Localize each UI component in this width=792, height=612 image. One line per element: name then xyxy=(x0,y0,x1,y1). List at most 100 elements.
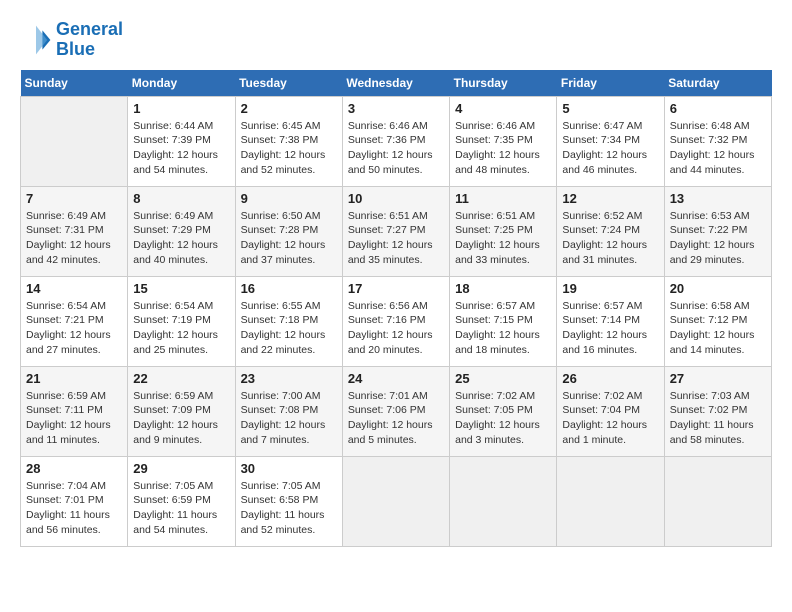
day-cell: 1 Sunrise: 6:44 AMSunset: 7:39 PMDaylight… xyxy=(128,96,235,186)
day-info: Sunrise: 6:46 AMSunset: 7:36 PMDaylight:… xyxy=(348,119,444,178)
day-number: 19 xyxy=(562,281,658,296)
day-number: 1 xyxy=(133,101,229,116)
day-number: 20 xyxy=(670,281,766,296)
day-cell: 7 Sunrise: 6:49 AMSunset: 7:31 PMDaylight… xyxy=(21,186,128,276)
day-info: Sunrise: 6:57 AMSunset: 7:15 PMDaylight:… xyxy=(455,299,551,358)
day-cell: 9 Sunrise: 6:50 AMSunset: 7:28 PMDaylight… xyxy=(235,186,342,276)
day-number: 25 xyxy=(455,371,551,386)
day-number: 27 xyxy=(670,371,766,386)
logo-text: General Blue xyxy=(56,20,123,60)
day-cell: 4 Sunrise: 6:46 AMSunset: 7:35 PMDaylight… xyxy=(450,96,557,186)
day-info: Sunrise: 7:01 AMSunset: 7:06 PMDaylight:… xyxy=(348,389,444,448)
day-cell: 29Sunrise: 7:05 AMSunset: 6:59 PMDayligh… xyxy=(128,456,235,546)
week-row-3: 14 Sunrise: 6:54 AMSunset: 7:21 PMDayligh… xyxy=(21,276,772,366)
day-info: Sunrise: 6:53 AMSunset: 7:22 PMDaylight:… xyxy=(670,209,766,268)
logo-icon xyxy=(20,24,52,56)
day-info: Sunrise: 7:00 AMSunset: 7:08 PMDaylight:… xyxy=(241,389,337,448)
day-number: 4 xyxy=(455,101,551,116)
day-cell: 12 Sunrise: 6:52 AMSunset: 7:24 PMDayligh… xyxy=(557,186,664,276)
day-info: Sunrise: 6:55 AMSunset: 7:18 PMDaylight:… xyxy=(241,299,337,358)
day-number: 9 xyxy=(241,191,337,206)
day-number: 12 xyxy=(562,191,658,206)
day-number: 8 xyxy=(133,191,229,206)
day-cell: 3 Sunrise: 6:46 AMSunset: 7:36 PMDaylight… xyxy=(342,96,449,186)
day-cell: 16Sunrise: 6:55 AMSunset: 7:18 PMDayligh… xyxy=(235,276,342,366)
day-info: Sunrise: 6:48 AMSunset: 7:32 PMDaylight:… xyxy=(670,119,766,178)
day-info: Sunrise: 6:58 AMSunset: 7:12 PMDaylight:… xyxy=(670,299,766,358)
day-info: Sunrise: 6:51 AMSunset: 7:25 PMDaylight:… xyxy=(455,209,551,268)
day-info: Sunrise: 6:59 AMSunset: 7:11 PMDaylight:… xyxy=(26,389,122,448)
day-cell: 26 Sunrise: 7:02 AMSunset: 7:04 PMDayligh… xyxy=(557,366,664,456)
day-cell: 30 Sunrise: 7:05 AMSunset: 6:58 PMDayligh… xyxy=(235,456,342,546)
day-info: Sunrise: 6:51 AMSunset: 7:27 PMDaylight:… xyxy=(348,209,444,268)
day-cell: 2 Sunrise: 6:45 AMSunset: 7:38 PMDaylight… xyxy=(235,96,342,186)
day-info: Sunrise: 6:45 AMSunset: 7:38 PMDaylight:… xyxy=(241,119,337,178)
day-header-thursday: Thursday xyxy=(450,70,557,97)
day-cell: 6 Sunrise: 6:48 AMSunset: 7:32 PMDaylight… xyxy=(664,96,771,186)
week-row-5: 28 Sunrise: 7:04 AMSunset: 7:01 PMDayligh… xyxy=(21,456,772,546)
day-number: 22 xyxy=(133,371,229,386)
day-header-saturday: Saturday xyxy=(664,70,771,97)
day-cell: 25 Sunrise: 7:02 AMSunset: 7:05 PMDayligh… xyxy=(450,366,557,456)
day-cell: 20 Sunrise: 6:58 AMSunset: 7:12 PMDayligh… xyxy=(664,276,771,366)
day-info: Sunrise: 6:44 AMSunset: 7:39 PMDaylight:… xyxy=(133,119,229,178)
day-number: 21 xyxy=(26,371,122,386)
day-header-sunday: Sunday xyxy=(21,70,128,97)
day-info: Sunrise: 6:57 AMSunset: 7:14 PMDaylight:… xyxy=(562,299,658,358)
week-row-1: 1 Sunrise: 6:44 AMSunset: 7:39 PMDaylight… xyxy=(21,96,772,186)
calendar-header-row: SundayMondayTuesdayWednesdayThursdayFrid… xyxy=(21,70,772,97)
day-cell xyxy=(342,456,449,546)
day-number: 3 xyxy=(348,101,444,116)
day-number: 18 xyxy=(455,281,551,296)
day-cell: 27 Sunrise: 7:03 AMSunset: 7:02 PMDayligh… xyxy=(664,366,771,456)
page-header: General Blue xyxy=(20,20,772,60)
day-header-friday: Friday xyxy=(557,70,664,97)
day-info: Sunrise: 6:49 AMSunset: 7:29 PMDaylight:… xyxy=(133,209,229,268)
day-number: 14 xyxy=(26,281,122,296)
day-header-monday: Monday xyxy=(128,70,235,97)
logo: General Blue xyxy=(20,20,123,60)
day-info: Sunrise: 7:05 AMSunset: 6:58 PMDaylight:… xyxy=(241,479,337,538)
calendar-table: SundayMondayTuesdayWednesdayThursdayFrid… xyxy=(20,70,772,547)
day-number: 10 xyxy=(348,191,444,206)
day-info: Sunrise: 6:47 AMSunset: 7:34 PMDaylight:… xyxy=(562,119,658,178)
day-number: 5 xyxy=(562,101,658,116)
day-info: Sunrise: 7:02 AMSunset: 7:05 PMDaylight:… xyxy=(455,389,551,448)
day-info: Sunrise: 6:52 AMSunset: 7:24 PMDaylight:… xyxy=(562,209,658,268)
day-cell xyxy=(664,456,771,546)
day-number: 17 xyxy=(348,281,444,296)
day-number: 2 xyxy=(241,101,337,116)
day-header-tuesday: Tuesday xyxy=(235,70,342,97)
day-number: 30 xyxy=(241,461,337,476)
day-cell: 14 Sunrise: 6:54 AMSunset: 7:21 PMDayligh… xyxy=(21,276,128,366)
day-info: Sunrise: 7:02 AMSunset: 7:04 PMDaylight:… xyxy=(562,389,658,448)
day-cell: 8 Sunrise: 6:49 AMSunset: 7:29 PMDaylight… xyxy=(128,186,235,276)
day-info: Sunrise: 6:46 AMSunset: 7:35 PMDaylight:… xyxy=(455,119,551,178)
day-cell: 28 Sunrise: 7:04 AMSunset: 7:01 PMDayligh… xyxy=(21,456,128,546)
day-number: 24 xyxy=(348,371,444,386)
day-cell: 11Sunrise: 6:51 AMSunset: 7:25 PMDayligh… xyxy=(450,186,557,276)
day-cell xyxy=(450,456,557,546)
day-info: Sunrise: 7:03 AMSunset: 7:02 PMDaylight:… xyxy=(670,389,766,448)
day-cell: 21 Sunrise: 6:59 AMSunset: 7:11 PMDayligh… xyxy=(21,366,128,456)
day-info: Sunrise: 7:04 AMSunset: 7:01 PMDaylight:… xyxy=(26,479,122,538)
day-cell: 19 Sunrise: 6:57 AMSunset: 7:14 PMDayligh… xyxy=(557,276,664,366)
day-number: 13 xyxy=(670,191,766,206)
day-cell: 17 Sunrise: 6:56 AMSunset: 7:16 PMDayligh… xyxy=(342,276,449,366)
day-cell xyxy=(21,96,128,186)
day-number: 6 xyxy=(670,101,766,116)
day-cell: 13 Sunrise: 6:53 AMSunset: 7:22 PMDayligh… xyxy=(664,186,771,276)
day-number: 15 xyxy=(133,281,229,296)
day-number: 26 xyxy=(562,371,658,386)
day-info: Sunrise: 6:54 AMSunset: 7:19 PMDaylight:… xyxy=(133,299,229,358)
day-info: Sunrise: 6:54 AMSunset: 7:21 PMDaylight:… xyxy=(26,299,122,358)
day-info: Sunrise: 6:50 AMSunset: 7:28 PMDaylight:… xyxy=(241,209,337,268)
day-info: Sunrise: 6:56 AMSunset: 7:16 PMDaylight:… xyxy=(348,299,444,358)
day-cell xyxy=(557,456,664,546)
week-row-4: 21 Sunrise: 6:59 AMSunset: 7:11 PMDayligh… xyxy=(21,366,772,456)
day-number: 7 xyxy=(26,191,122,206)
day-number: 28 xyxy=(26,461,122,476)
day-cell: 18 Sunrise: 6:57 AMSunset: 7:15 PMDayligh… xyxy=(450,276,557,366)
day-header-wednesday: Wednesday xyxy=(342,70,449,97)
day-info: Sunrise: 6:49 AMSunset: 7:31 PMDaylight:… xyxy=(26,209,122,268)
